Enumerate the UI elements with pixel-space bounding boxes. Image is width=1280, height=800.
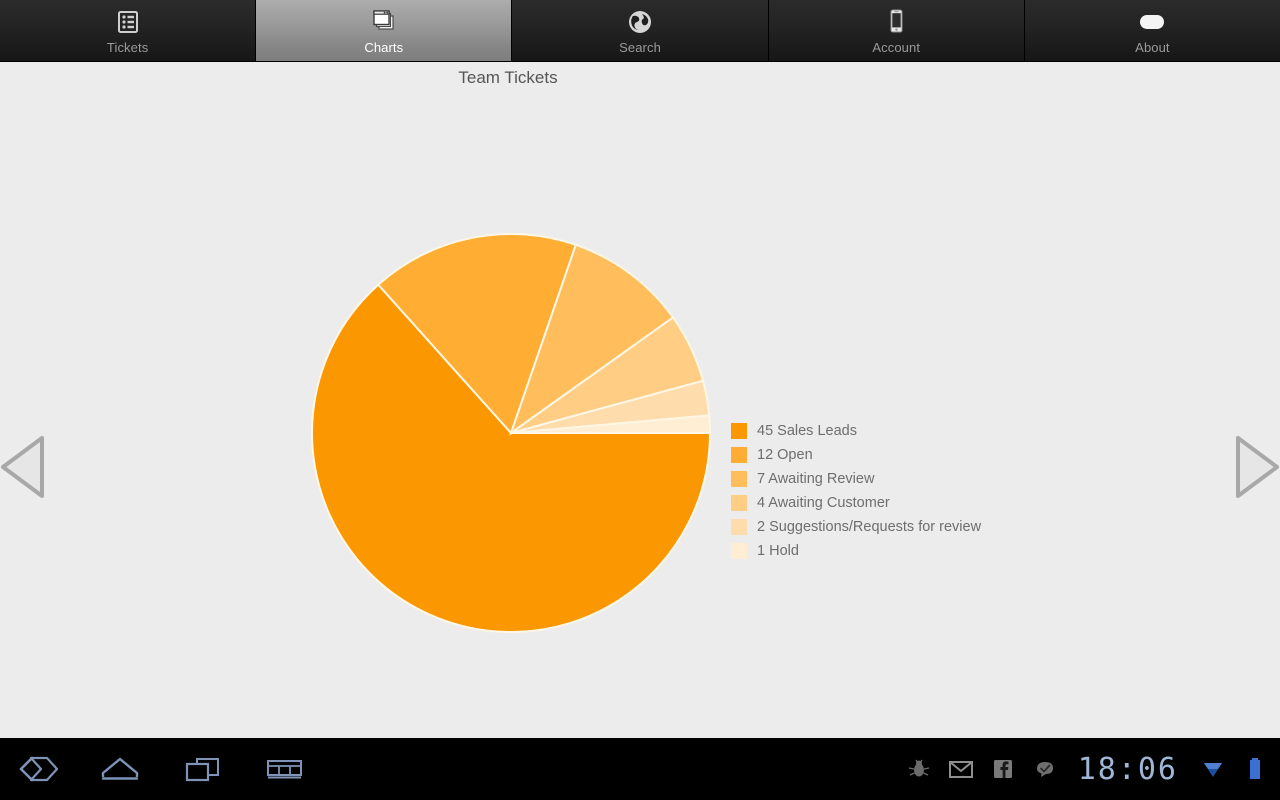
legend-swatch bbox=[731, 543, 747, 559]
tab-tickets[interactable]: Tickets bbox=[0, 0, 257, 61]
app-root: Tickets Charts Search Account About Team… bbox=[0, 0, 1280, 800]
bug-icon bbox=[906, 756, 932, 782]
gmail-icon bbox=[948, 756, 974, 782]
legend-label: 12 Open bbox=[757, 447, 813, 463]
legend-item: 4 Awaiting Customer bbox=[731, 491, 981, 515]
system-navigation-bar: 18:06 bbox=[0, 738, 1280, 800]
legend-label: 2 Suggestions/Requests for review bbox=[757, 519, 982, 535]
system-nav-buttons bbox=[0, 749, 308, 789]
next-chart-arrow[interactable] bbox=[1234, 432, 1280, 502]
legend-swatch bbox=[731, 423, 747, 439]
legend-swatch bbox=[731, 519, 747, 535]
tab-charts[interactable]: Charts bbox=[256, 0, 513, 61]
facebook-icon bbox=[990, 756, 1016, 782]
top-tab-bar: Tickets Charts Search Account About bbox=[0, 0, 1280, 62]
keyboard-button[interactable] bbox=[260, 749, 308, 789]
tab-about[interactable]: About bbox=[1024, 0, 1280, 61]
home-button[interactable] bbox=[96, 749, 144, 789]
legend-item: 1 Hold bbox=[731, 539, 981, 563]
legend-swatch bbox=[731, 471, 747, 487]
windows-stack-icon bbox=[366, 6, 402, 38]
legend-label: 4 Awaiting Customer bbox=[757, 495, 890, 511]
tab-search[interactable]: Search bbox=[512, 0, 769, 61]
tab-account[interactable]: Account bbox=[768, 0, 1025, 61]
recent-apps-button[interactable] bbox=[178, 749, 226, 789]
legend-item: 2 Suggestions/Requests for review bbox=[731, 515, 981, 539]
page-title: Team Tickets bbox=[458, 68, 558, 87]
back-button[interactable] bbox=[14, 749, 62, 789]
tab-label-tickets: Tickets bbox=[106, 40, 149, 55]
legend-label: 7 Awaiting Review bbox=[757, 471, 875, 487]
legend-item: 12 Open bbox=[731, 443, 981, 467]
chart-legend: 45 Sales Leads 12 Open 7 Awaiting Review 4 … bbox=[731, 419, 981, 563]
legend-swatch bbox=[731, 495, 747, 511]
legend-item: 45 Sales Leads bbox=[731, 419, 981, 443]
globe-icon bbox=[622, 6, 658, 38]
tab-label-search: Search bbox=[619, 40, 661, 55]
wifi-icon bbox=[1200, 756, 1226, 782]
pill-icon bbox=[1134, 6, 1170, 38]
tab-label-about: About bbox=[1135, 40, 1170, 55]
chart-stage: Team Tickets 45 Sales Leads 12 Open 7 Awai… bbox=[0, 62, 1280, 738]
list-icon bbox=[110, 6, 146, 38]
tab-label-charts: Charts bbox=[364, 40, 404, 55]
pie-chart-svg bbox=[311, 233, 711, 633]
previous-chart-arrow[interactable] bbox=[0, 432, 46, 502]
legend-label: 45 Sales Leads bbox=[757, 423, 857, 439]
app-icon bbox=[1032, 756, 1058, 782]
tab-label-account: Account bbox=[872, 40, 921, 55]
legend-item: 7 Awaiting Review bbox=[731, 467, 981, 491]
status-clock: 18:06 bbox=[1077, 751, 1178, 787]
legend-label: 1 Hold bbox=[757, 543, 799, 559]
phone-icon bbox=[878, 6, 914, 38]
legend-swatch bbox=[731, 447, 747, 463]
battery-icon bbox=[1242, 756, 1268, 782]
pie-chart bbox=[311, 233, 711, 633]
status-icons-area: 18:06 bbox=[906, 752, 1280, 787]
